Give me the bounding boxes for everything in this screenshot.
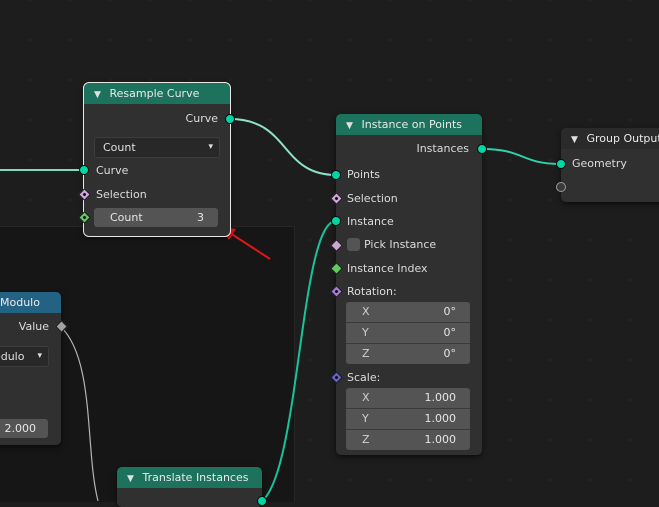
pick-instance-label: Pick Instance xyxy=(364,236,436,254)
collapse-chevron-icon[interactable]: ▼ xyxy=(346,116,358,137)
chevron-down-icon: ▾ xyxy=(37,347,42,366)
node-title: Instance on Points xyxy=(362,118,463,131)
value-output-label: Value xyxy=(19,318,49,336)
axis-value: 1.000 xyxy=(425,409,457,429)
instance-label: Instance xyxy=(347,213,394,231)
dropdown-value: Count xyxy=(103,138,136,157)
output-curve-label: Curve xyxy=(186,110,218,128)
axis-label: Y xyxy=(362,323,369,343)
count-label: Count xyxy=(110,208,143,227)
count-value: 3 xyxy=(197,208,204,227)
mode-dropdown[interactable]: Count ▾ xyxy=(94,137,220,158)
axis-label: Z xyxy=(362,430,370,450)
axis-value: 0° xyxy=(444,344,457,364)
axis-value: 1.000 xyxy=(425,430,457,450)
axis-value: 0° xyxy=(444,323,457,343)
output-instances-label: Instances xyxy=(416,140,469,158)
rotation-vector-field[interactable]: X 0° Y 0° Z 0° xyxy=(346,302,470,364)
group-output-header[interactable]: ▼ Group Output xyxy=(561,128,659,149)
link-instance-to-group-output xyxy=(482,149,561,164)
rotation-z-field[interactable]: Z 0° xyxy=(346,344,470,364)
group-output-geometry-socket[interactable] xyxy=(556,159,566,169)
count-field[interactable]: Count 3 xyxy=(94,208,218,227)
group-output-empty-socket[interactable] xyxy=(556,182,566,192)
math-node-header[interactable]: Modulo xyxy=(0,292,61,313)
resample-output-curve-socket[interactable] xyxy=(225,114,235,124)
field-value: 2.000 xyxy=(5,419,37,438)
resample-input-curve-socket[interactable] xyxy=(79,165,89,175)
link-resample-to-instance-points xyxy=(230,119,336,175)
collapse-chevron-icon[interactable]: ▼ xyxy=(127,469,139,490)
math-value-field[interactable]: 2.000 xyxy=(0,419,48,438)
points-label: Points xyxy=(347,166,380,184)
math-operation-dropdown[interactable]: odulo ▾ xyxy=(0,346,49,367)
pick-instance-checkbox[interactable] xyxy=(347,238,360,251)
annotation-arrow-line xyxy=(230,233,270,259)
instance-output-socket[interactable] xyxy=(477,144,487,154)
collapse-chevron-icon[interactable]: ▼ xyxy=(94,85,106,106)
instance-on-points-node[interactable]: ▼ Instance on Points Instances Points Se… xyxy=(336,114,482,455)
link-math-value xyxy=(61,327,98,501)
node-title: Resample Curve xyxy=(110,87,200,100)
translate-instances-header[interactable]: ▼ Translate Instances xyxy=(117,467,262,488)
axis-value: 1.000 xyxy=(425,388,457,408)
scale-x-field[interactable]: X 1.000 xyxy=(346,388,470,409)
resample-curve-node[interactable]: ▼ Resample Curve Curve Count ▾ Curve Sel… xyxy=(84,83,230,236)
link-translate-to-instance xyxy=(262,221,336,501)
selection-label: Selection xyxy=(347,190,398,208)
scale-label: Scale: xyxy=(347,369,380,387)
axis-label: Z xyxy=(362,344,370,364)
axis-label: X xyxy=(362,302,370,322)
node-title: Modulo xyxy=(0,296,40,309)
axis-label: X xyxy=(362,388,370,408)
collapse-chevron-icon[interactable]: ▼ xyxy=(571,130,583,151)
rotation-label: Rotation: xyxy=(347,283,397,301)
instance-on-points-header[interactable]: ▼ Instance on Points xyxy=(336,114,482,135)
node-title: Group Output xyxy=(587,132,659,145)
translate-instances-node[interactable]: ▼ Translate Instances xyxy=(117,467,262,507)
node-links xyxy=(0,0,659,501)
geometry-label: Geometry xyxy=(572,155,627,173)
math-modulo-node[interactable]: Modulo Value odulo ▾ 2.000 xyxy=(0,292,61,445)
node-title: Translate Instances xyxy=(143,471,249,484)
scale-y-field[interactable]: Y 1.000 xyxy=(346,409,470,430)
scale-vector-field[interactable]: X 1.000 Y 1.000 Z 1.000 xyxy=(346,388,470,450)
input-curve-label: Curve xyxy=(96,162,128,180)
dropdown-value: odulo xyxy=(0,347,24,366)
axis-label: Y xyxy=(362,409,369,429)
rotation-y-field[interactable]: Y 0° xyxy=(346,323,470,344)
group-output-node[interactable]: ▼ Group Output Geometry xyxy=(561,128,659,202)
chevron-down-icon: ▾ xyxy=(208,138,213,157)
scale-z-field[interactable]: Z 1.000 xyxy=(346,430,470,450)
points-input-socket[interactable] xyxy=(331,170,341,180)
axis-value: 0° xyxy=(444,302,457,322)
instance-input-socket[interactable] xyxy=(331,216,341,226)
translate-output-socket[interactable] xyxy=(257,496,267,506)
resample-curve-header[interactable]: ▼ Resample Curve xyxy=(84,83,230,104)
selection-label: Selection xyxy=(96,186,147,204)
rotation-x-field[interactable]: X 0° xyxy=(346,302,470,323)
instance-index-label: Instance Index xyxy=(347,260,428,278)
